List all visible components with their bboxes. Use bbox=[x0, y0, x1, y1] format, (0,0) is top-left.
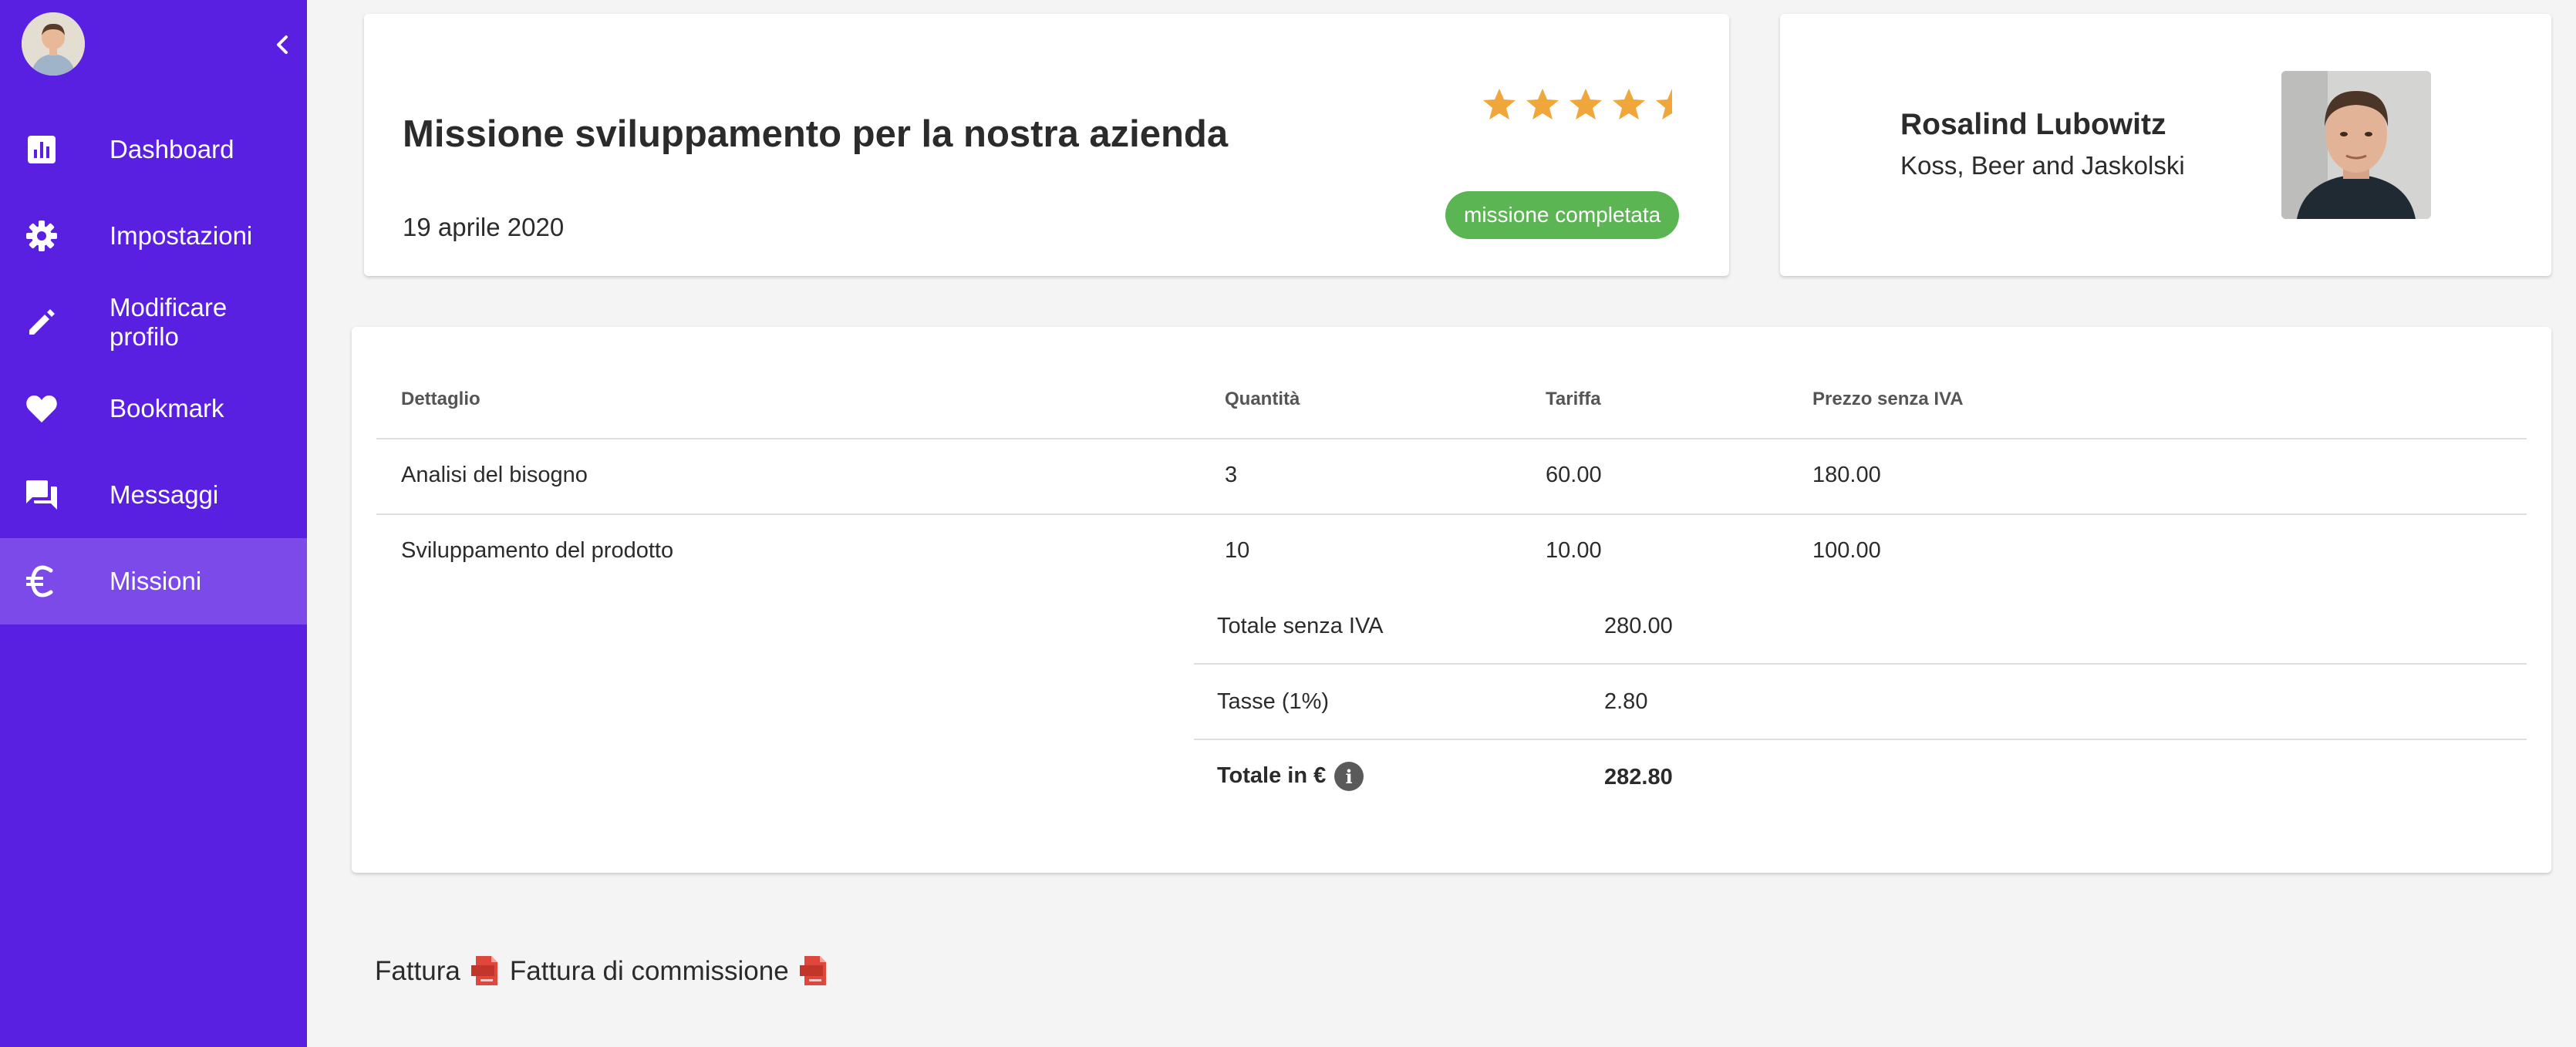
chevron-left-icon bbox=[277, 35, 288, 54]
sidebar-item-messaggi[interactable]: Messaggi bbox=[0, 452, 307, 538]
star-icon bbox=[1613, 89, 1645, 120]
sidebar-item-label: Missioni bbox=[110, 567, 202, 595]
sidebar-item-label: Impostazioni bbox=[110, 221, 253, 250]
mission-title: Missione sviluppamento per la nostra azi… bbox=[403, 113, 1229, 155]
tax-value: 2.80 bbox=[1604, 689, 1648, 714]
divider bbox=[1194, 663, 2527, 665]
star-icon bbox=[1656, 89, 1672, 120]
star-icon bbox=[1570, 89, 1602, 120]
mission-date: 19 aprile 2020 bbox=[403, 213, 565, 241]
sidebar-item-impostazioni[interactable]: Impostazioni bbox=[0, 193, 307, 279]
column-header-tariffa: Tariffa bbox=[1546, 389, 1601, 409]
invoice-table-card: Dettaglio Quantità Tariffa Prezzo senza … bbox=[352, 327, 2551, 873]
pdf-icon[interactable] bbox=[470, 954, 501, 988]
status-badge: missione completata bbox=[1445, 191, 1680, 239]
rating-stars bbox=[1481, 86, 1691, 123]
table-cell: Sviluppamento del prodotto bbox=[401, 538, 674, 563]
heart-icon bbox=[23, 390, 60, 427]
person-company: Koss, Beer and Jaskolski bbox=[1900, 151, 2185, 180]
pdf-icon[interactable] bbox=[798, 954, 829, 988]
column-header-quantita: Quantità bbox=[1225, 389, 1300, 409]
chat-icon bbox=[23, 476, 60, 513]
column-header-prezzo: Prezzo senza IVA bbox=[1812, 389, 1964, 409]
sidebar-item-dashboard[interactable]: Dashboard bbox=[0, 106, 307, 193]
star-icon bbox=[1483, 89, 1516, 120]
column-header-dettaglio: Dettaglio bbox=[401, 389, 480, 409]
divider bbox=[376, 513, 2527, 515]
info-icon[interactable]: i bbox=[1334, 762, 1364, 791]
divider bbox=[1194, 739, 2527, 740]
sidebar: Dashboard Impostazioni Modificare profil… bbox=[0, 0, 307, 1047]
sidebar-item-label: Dashboard bbox=[110, 135, 234, 163]
mission-card: Missione sviluppamento per la nostra azi… bbox=[364, 14, 1729, 276]
tax-label: Tasse (1%) bbox=[1217, 689, 1330, 714]
table-cell: 10 bbox=[1225, 538, 1250, 563]
table-cell: 60.00 bbox=[1546, 463, 1602, 487]
avatar[interactable] bbox=[22, 12, 85, 76]
pencil-icon bbox=[23, 304, 60, 341]
total-value: 282.80 bbox=[1604, 765, 1673, 789]
table-cell: Analisi del bisogno bbox=[401, 463, 588, 487]
person-card: Rosalind Lubowitz Koss, Beer and Jaskols… bbox=[1780, 14, 2551, 276]
bar-chart-icon bbox=[23, 131, 60, 168]
sidebar-item-label: Bookmark bbox=[110, 394, 224, 423]
star-icon bbox=[1526, 89, 1559, 120]
invoice-link[interactable]: Fattura bbox=[375, 956, 460, 987]
commission-invoice-link[interactable]: Fattura di commissione bbox=[510, 956, 789, 987]
sidebar-item-bookmark[interactable]: Bookmark bbox=[0, 365, 307, 452]
total-label: Totale in € bbox=[1217, 763, 1327, 788]
gear-icon bbox=[23, 217, 60, 254]
invoice-links: Fattura Fattura di commissione bbox=[375, 954, 838, 988]
person-photo bbox=[2281, 71, 2431, 219]
subtotal-label: Totale senza IVA bbox=[1217, 614, 1384, 638]
subtotal-value: 280.00 bbox=[1604, 614, 1673, 638]
divider bbox=[376, 438, 2527, 439]
sidebar-nav: Dashboard Impostazioni Modificare profil… bbox=[0, 106, 307, 624]
table-cell: 3 bbox=[1225, 463, 1238, 487]
collapse-sidebar-button[interactable] bbox=[268, 31, 296, 59]
sidebar-item-modificare-profilo[interactable]: Modificare profilo bbox=[0, 279, 307, 365]
table-cell: 180.00 bbox=[1812, 463, 1881, 487]
euro-icon bbox=[23, 563, 60, 600]
app: Dashboard Impostazioni Modificare profil… bbox=[0, 0, 2576, 1047]
sidebar-item-missioni[interactable]: Missioni bbox=[0, 538, 307, 624]
table-cell: 10.00 bbox=[1546, 538, 1602, 563]
table-cell: 100.00 bbox=[1812, 538, 1881, 563]
person-name: Rosalind Lubowitz bbox=[1900, 108, 2166, 141]
sidebar-item-label: Modificare profilo bbox=[110, 293, 228, 351]
sidebar-item-label: Messaggi bbox=[110, 480, 219, 509]
